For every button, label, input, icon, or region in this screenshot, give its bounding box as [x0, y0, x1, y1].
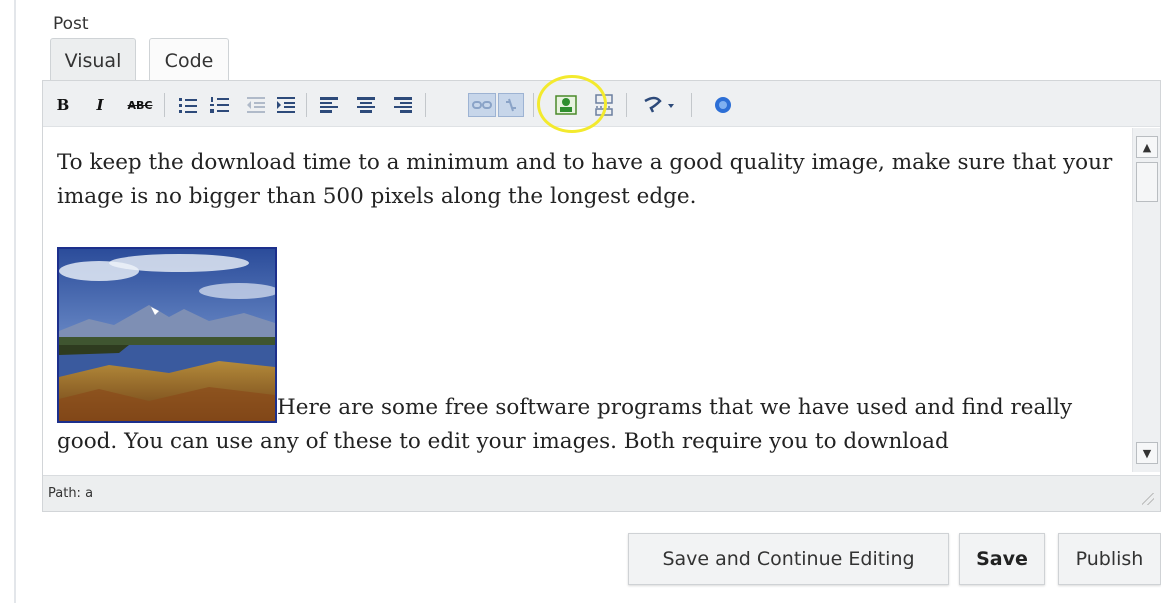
editor-scrollbar[interactable]: ▲ ▼ — [1132, 128, 1160, 472]
save-button[interactable]: Save — [959, 533, 1045, 585]
editor-content[interactable]: To keep the download time to a minimum a… — [43, 128, 1133, 472]
italic-icon[interactable]: I — [91, 93, 109, 117]
bold-icon[interactable]: B — [54, 93, 72, 117]
paragraph-download-tip: To keep the download time to a minimum a… — [57, 150, 1113, 209]
toolbar-separator — [306, 93, 307, 117]
landscape-image[interactable] — [57, 247, 277, 423]
scroll-thumb[interactable] — [1136, 162, 1158, 202]
align-right-icon[interactable] — [391, 93, 415, 117]
paragraph-software: Here are some free software programs tha… — [57, 247, 1133, 459]
scroll-down-arrow-icon[interactable]: ▼ — [1136, 442, 1158, 464]
outdent-icon[interactable] — [244, 93, 268, 117]
align-center-icon[interactable] — [354, 93, 378, 117]
toolbar-separator — [533, 93, 534, 117]
highlight-circle — [537, 75, 607, 133]
numbered-list-icon[interactable] — [208, 93, 232, 117]
help-icon[interactable] — [711, 93, 735, 117]
post-label: Post — [53, 14, 89, 34]
align-left-icon[interactable] — [317, 93, 341, 117]
resize-handle-icon[interactable] — [1142, 493, 1154, 505]
scroll-up-arrow-icon[interactable]: ▲ — [1136, 136, 1158, 158]
publish-button[interactable]: Publish — [1058, 533, 1161, 585]
left-border-rule — [14, 0, 16, 603]
indent-icon[interactable] — [274, 93, 298, 117]
unlink-icon[interactable] — [498, 93, 524, 117]
insert-link-icon[interactable] — [468, 93, 496, 117]
bullet-list-icon[interactable] — [176, 93, 200, 117]
strikethrough-icon[interactable]: ABC — [125, 93, 155, 117]
path-text: Path: a — [48, 486, 94, 501]
spellcheck-icon[interactable] — [641, 93, 679, 117]
toolbar-separator — [164, 93, 165, 117]
rich-text-editor: B I ABC To keep the download time to a m… — [42, 75, 1161, 512]
toolbar-separator — [691, 93, 692, 117]
editor-toolbar: B I ABC — [43, 75, 1160, 133]
tab-visual[interactable]: Visual — [50, 38, 136, 82]
toolbar-separator — [425, 93, 426, 117]
tab-code[interactable]: Code — [149, 38, 229, 82]
path-bar: Path: a — [43, 475, 1160, 511]
toolbar-separator — [626, 93, 627, 117]
save-and-continue-button[interactable]: Save and Continue Editing — [628, 533, 949, 585]
